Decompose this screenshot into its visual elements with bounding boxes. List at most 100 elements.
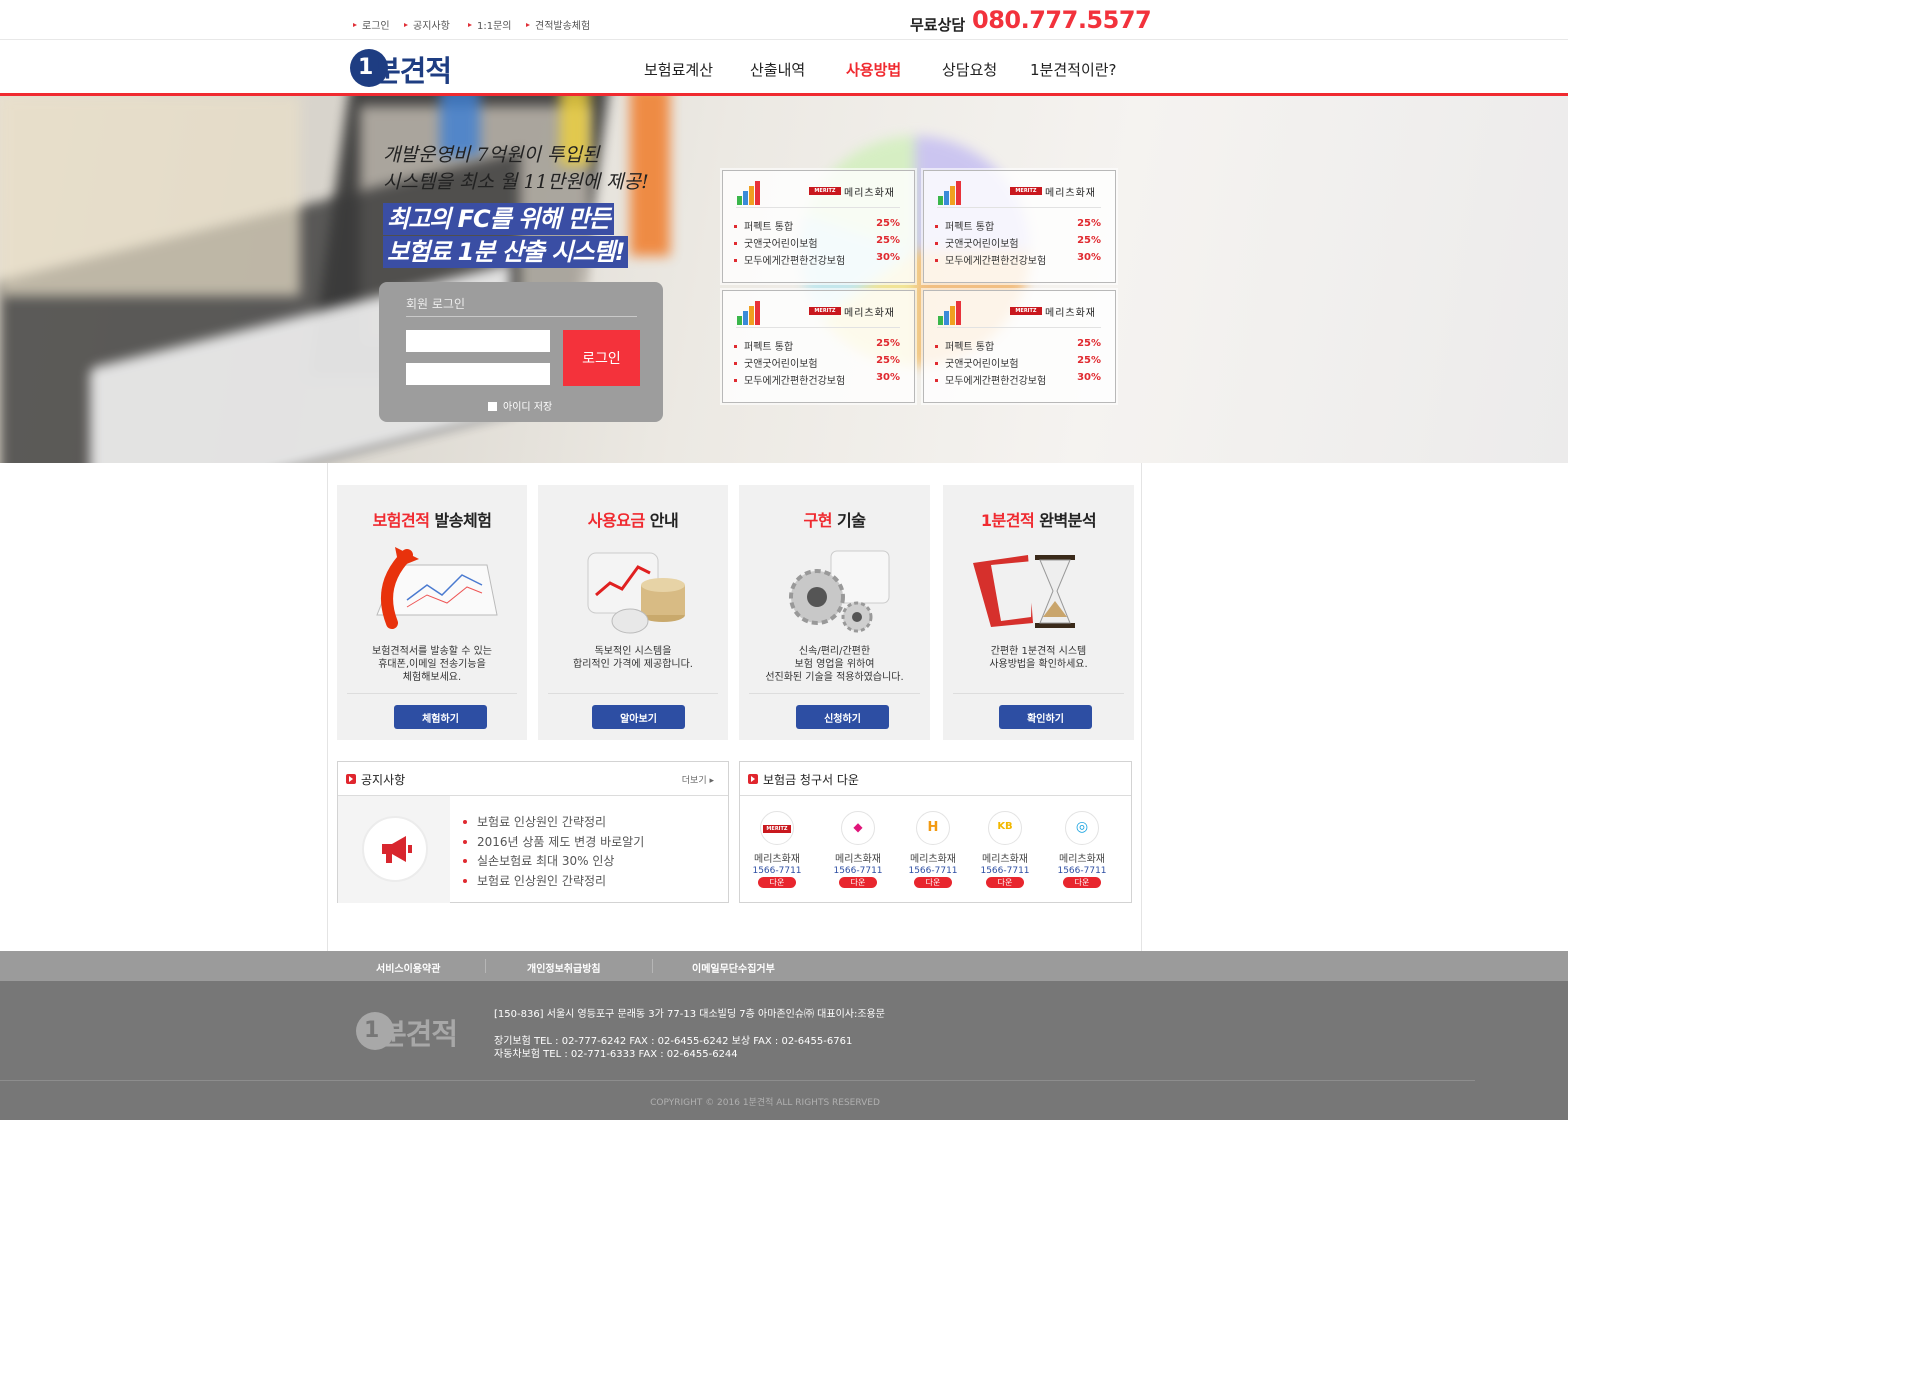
save-id-checkbox[interactable]: 아이디 저장 — [488, 398, 552, 413]
feature-title-black: 기술 — [831, 511, 866, 530]
hero-subcopy: 개발운영비 7억원이 투입된 시스템을 최소 월 11만원에 제공! — [383, 142, 649, 196]
download-button[interactable]: 다운 — [986, 877, 1024, 888]
util-estimate-trial-link[interactable]: 견적발송체험 — [526, 17, 590, 32]
check-button[interactable]: 확인하기 — [999, 705, 1092, 729]
notice-item[interactable]: 2016년 상품 제도 변경 바로알기 — [463, 833, 644, 850]
footer-contact-auto: 자동차보험 TEL : 02-771-6333 FAX : 02-6455-62… — [494, 1049, 738, 1060]
insurer-company: 메리츠화재 — [844, 188, 895, 199]
utility-bar: 로그인 공지사항 1:1문의 견적발송체험 무료상담 080.777.5577 — [0, 0, 1568, 40]
gnb-about[interactable]: 1분견적이란? — [1030, 59, 1117, 80]
notice-circle — [362, 816, 428, 882]
card-divider — [736, 327, 900, 328]
feature-card-analysis: 1분견적 완벽분석 간편한 1분견적 시스템 사용방법을 확인하세요. 확인하기 — [943, 485, 1134, 740]
coins-chart-icon — [587, 552, 685, 634]
feature-desc-line: 합리적인 가격에 제공합니다. — [573, 659, 693, 670]
main-content: 보험견적 발송체험 보험견적서를 발송할 수 있는 휴대폰,이메일 전송기능을 … — [327, 463, 1142, 951]
bar-chart-icon — [938, 181, 961, 205]
gnb-calc-history[interactable]: 산출내역 — [750, 59, 805, 80]
download-button[interactable]: 다운 — [914, 877, 952, 888]
footer-privacy-link[interactable]: 개인정보취급방침 — [527, 960, 601, 975]
play-icon — [346, 774, 356, 784]
login-password-input[interactable] — [406, 363, 550, 385]
consult-phone-number: 080.777.5577 — [972, 6, 1152, 34]
download-button[interactable]: 다운 — [839, 877, 877, 888]
rate-card: MERITZ 메리츠화재퍼펙트 통합 25% 굿앤굿어린이보험 25% 모두에게간편한건강… — [722, 170, 915, 283]
feature-title-red: 사용요금 — [587, 511, 645, 530]
rate-row: 퍼펙트 통합 25% — [734, 218, 900, 233]
rate-row: 굿앤굿어린이보험 25% — [734, 235, 900, 250]
rate-row: 모두에게간편한건강보험 30% — [935, 252, 1101, 267]
bar-chart-icon — [938, 301, 961, 325]
download-button[interactable]: 다운 — [1063, 877, 1101, 888]
arrow-chart-icon — [376, 547, 498, 629]
feature-title: 보험견적 발송체험 — [337, 507, 527, 531]
footer-nav: 서비스이용약관 개인정보취급방침 이메일무단수집거부 — [0, 951, 1568, 981]
feature-divider — [347, 693, 517, 694]
bar-chart-icon — [737, 181, 760, 205]
footer-address: [150-836] 서울시 영등포구 문래동 3가 77-13 대소빌딩 7층 … — [494, 1009, 885, 1020]
learn-more-button[interactable]: 알아보기 — [592, 705, 685, 729]
notice-item[interactable]: 보험료 인상원인 간략정리 — [463, 813, 606, 830]
login-button[interactable]: 로그인 — [563, 330, 640, 386]
insurer-brand-logo: MERITZ — [809, 187, 841, 195]
footer-divider — [0, 1080, 1475, 1081]
download-button[interactable]: 다운 — [758, 877, 796, 888]
gnb-consult-request[interactable]: 상담요청 — [942, 59, 997, 80]
footer-email-policy-link[interactable]: 이메일무단수집거부 — [692, 960, 775, 975]
insurer-phone: 1566-7711 — [1057, 866, 1107, 876]
apply-button[interactable]: 신청하기 — [796, 705, 889, 729]
feature-divider — [749, 693, 920, 694]
save-id-label: 아이디 저장 — [503, 402, 553, 413]
product-rate: 30% — [876, 252, 900, 263]
product-name: 굿앤굿어린이보험 — [945, 359, 1019, 370]
hero-headline-line1: 최고의 FC를 위해 만든 — [383, 203, 614, 235]
product-rate: 30% — [876, 372, 900, 383]
gnb-premium-calc[interactable]: 보험료계산 — [644, 59, 713, 80]
try-button[interactable]: 체험하기 — [394, 705, 487, 729]
insurer-logo-text: KB — [997, 821, 1013, 832]
product-name: 퍼펙트 통합 — [744, 342, 794, 353]
feature-title: 사용요금 안내 — [538, 507, 728, 531]
login-divider — [406, 316, 637, 317]
feature-desc-line: 사용방법을 확인하세요. — [989, 659, 1088, 670]
claim-item: KB 메리츠화재 1566-7711 다운 — [970, 811, 1040, 888]
insurer-logo-icon: KB — [988, 811, 1022, 845]
product-rate: 30% — [1077, 372, 1101, 383]
feature-title-red: 보험견적 — [372, 511, 430, 530]
product-name: 모두에게간편한건강보험 — [945, 256, 1047, 267]
insurer-company: 메리츠화재 — [1045, 188, 1096, 199]
insurer-logo-text: ◆ — [853, 820, 863, 834]
card-divider — [937, 327, 1101, 328]
checkbox-icon[interactable] — [488, 401, 497, 411]
product-rate: 25% — [876, 355, 900, 366]
feature-card-technology: 구현 기술 신속/편리/간편한 보험 영업을 위하여 선진화된 기술을 적용하였… — [739, 485, 930, 740]
login-title: 회원 로그인 — [406, 297, 466, 311]
feature-desc-line: 휴대폰,이메일 전송기능을 — [378, 659, 486, 670]
footer-logo-text: 분견적 — [380, 1017, 458, 1051]
rate-row: 퍼펙트 통합 25% — [935, 218, 1101, 233]
feature-title-black: 안내 — [644, 511, 679, 530]
util-inquiry-link[interactable]: 1:1문의 — [468, 17, 512, 32]
product-rate: 25% — [1077, 338, 1101, 349]
megaphone-icon — [382, 836, 412, 863]
insurer-brand-logo: MERITZ — [809, 307, 841, 315]
product-name: 굿앤굿어린이보험 — [945, 239, 1019, 250]
notice-header: 공지사항 더보기 ▸ — [338, 762, 728, 796]
notice-more-link[interactable]: 더보기 ▸ — [682, 773, 714, 786]
notice-item[interactable]: 실손보험료 최대 30% 인상 — [463, 852, 614, 869]
insurer-phone: 1566-7711 — [752, 866, 802, 876]
product-rate: 25% — [876, 235, 900, 246]
login-id-input[interactable] — [406, 330, 550, 352]
notice-item[interactable]: 보험료 인상원인 간략정리 — [463, 872, 606, 889]
feature-title-black: 발송체험 — [429, 511, 492, 530]
util-notice-link[interactable]: 공지사항 — [404, 17, 450, 32]
feature-card-pricing: 사용요금 안내 독보적인 시스템을 합리적인 가격에 제공합니다. 알아보기 — [538, 485, 728, 740]
util-login-link[interactable]: 로그인 — [353, 17, 390, 32]
feature-desc-line: 신속/편리/간편한 — [798, 646, 871, 657]
footer-terms-link[interactable]: 서비스이용약관 — [376, 960, 440, 975]
gnb-how-to-use[interactable]: 사용방법 — [846, 59, 901, 80]
product-name: 모두에게간편한건강보험 — [744, 256, 846, 267]
insurer-logo-text: H — [927, 820, 939, 835]
rate-row: 퍼펙트 통합 25% — [935, 338, 1101, 353]
hero-subcopy-line1: 개발운영비 7억원이 투입된 — [383, 144, 600, 166]
